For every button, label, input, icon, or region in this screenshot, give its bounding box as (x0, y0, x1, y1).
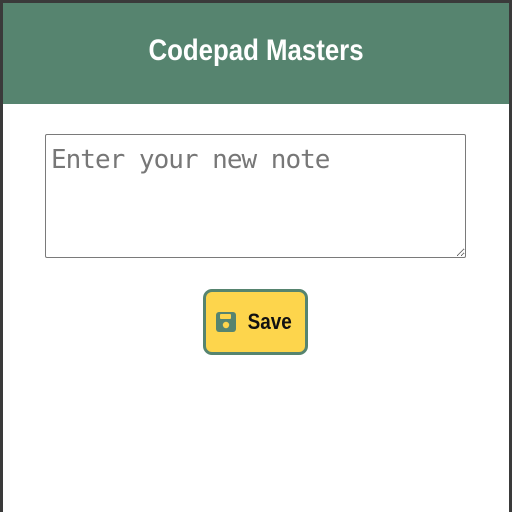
save-button[interactable]: Save (203, 289, 308, 355)
page-title: Codepad Masters (148, 34, 364, 67)
new-note-input[interactable] (45, 134, 466, 258)
save-button-label: Save (247, 309, 292, 334)
app-header: Codepad Masters (0, 0, 512, 104)
floppy-disk-icon (215, 312, 236, 332)
